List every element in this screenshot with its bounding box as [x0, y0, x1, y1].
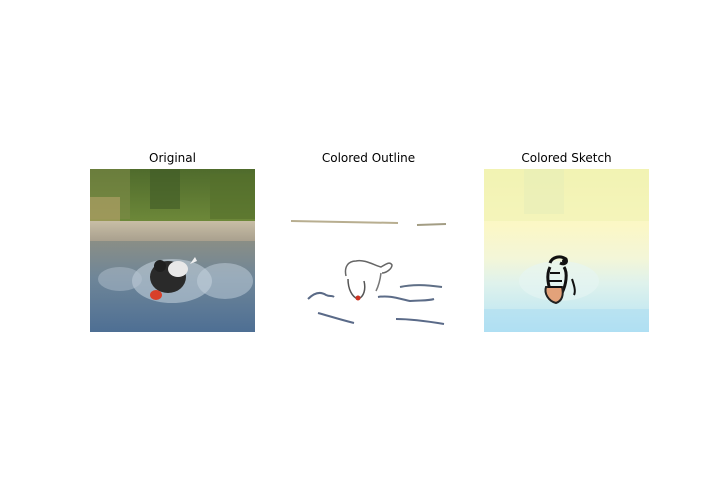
colored-outline-image	[286, 169, 451, 332]
panel-title-colored-outline: Colored Outline	[321, 151, 416, 165]
colored-sketch-image	[484, 169, 649, 332]
outline-drawing	[290, 220, 447, 325]
panel-title-colored-sketch: Colored Sketch	[521, 151, 612, 165]
panel-title-original: Original	[149, 151, 196, 165]
sketch-illustration	[484, 169, 649, 332]
original-image	[90, 169, 255, 332]
original-photo-illustration	[90, 169, 255, 332]
